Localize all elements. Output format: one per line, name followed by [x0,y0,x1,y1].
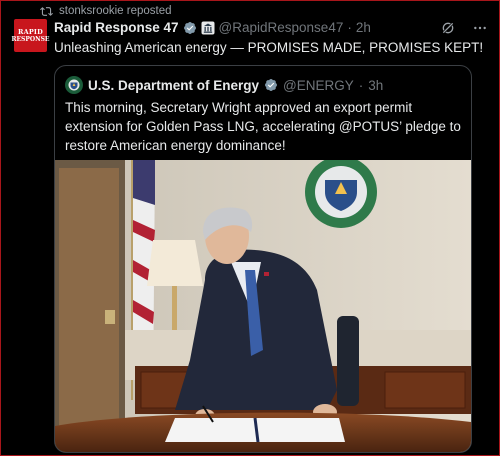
doe-avatar[interactable] [65,76,83,94]
tweet-actions-top [440,20,488,36]
avatar-line2: RESPONSE [11,35,50,43]
quoted-author-name[interactable]: U.S. Department of Energy [88,78,259,93]
grok-icon[interactable] [440,20,456,36]
verified-badge-icon [265,79,278,91]
quoted-tweet-header: U.S. Department of Energy @ENERGY · 3h [65,76,383,94]
tweet-text: Unleashing American energy — PROMISES MA… [54,40,484,55]
quoted-tweet-time[interactable]: 3h [368,78,383,93]
repost-text: stonksrookie reposted [59,5,172,17]
quoted-tweet-text: This morning, Secretary Wright approved … [65,100,461,153]
quoted-author-handle[interactable]: @ENERGY [283,78,354,93]
more-icon[interactable] [472,20,488,36]
quoted-tweet[interactable]: U.S. Department of Energy @ENERGY · 3h T… [54,65,472,453]
author-name[interactable]: Rapid Response 47 [54,20,179,35]
repost-icon [40,6,53,16]
tweet-header: Rapid Response 47 @RapidResponse47 · 2h [54,20,371,35]
separator-dot: · [358,77,364,93]
photo-illustration [55,160,471,452]
author-handle[interactable]: @RapidResponse47 [219,20,344,35]
government-badge-icon [201,21,215,34]
signing-photo[interactable] [55,160,471,452]
repost-indicator[interactable]: stonksrookie reposted [40,4,172,18]
tweet-time[interactable]: 2h [356,20,371,35]
separator-dot: · [347,20,352,35]
avatar[interactable]: RAPID RESPONSE [11,19,50,52]
doe-seal-icon [65,76,83,94]
avatar-line1: RAPID [17,27,43,36]
verified-badge-icon [183,21,196,34]
